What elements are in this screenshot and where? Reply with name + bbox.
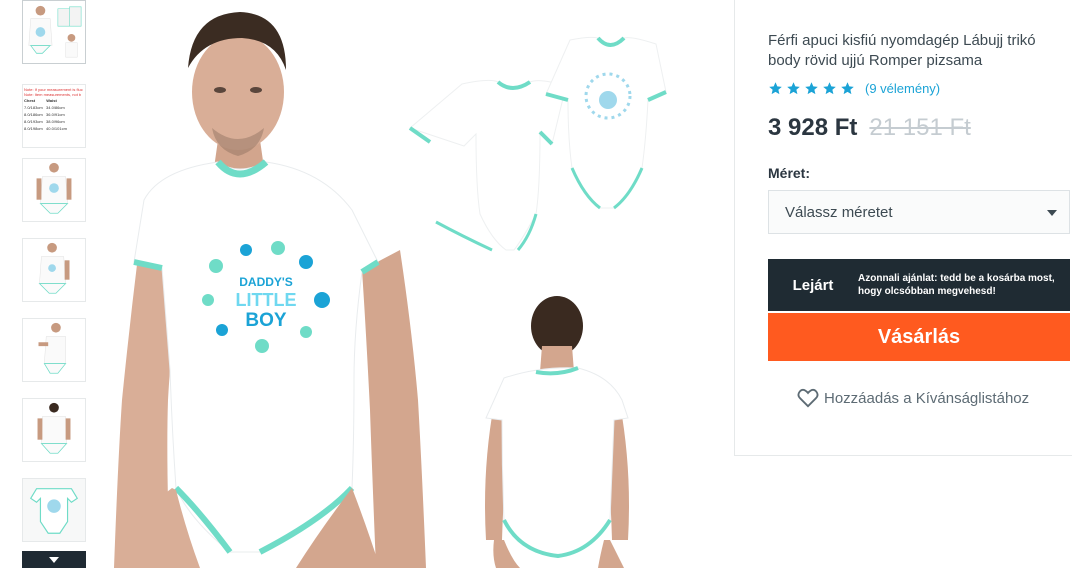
print-line-3: BOY	[245, 310, 287, 331]
thumbnail-image	[23, 319, 85, 381]
size-chart-note-2: Note: Item measurements, not b	[24, 92, 82, 97]
star-icon	[823, 82, 836, 95]
chevron-down-icon	[1047, 210, 1057, 216]
rating: (9 vélemény)	[768, 81, 940, 96]
print-line-2: LITTLE	[236, 290, 297, 310]
star-icon	[787, 82, 800, 95]
size-chart-row: 7.0/183cm 34.0/86cm	[24, 105, 65, 110]
size-chart-row: 8.0/193cm 38.0/96cm	[24, 119, 65, 124]
main-product-image[interactable]: DADDY'S LITTLE BOY	[100, 0, 730, 568]
star-icon	[805, 82, 818, 95]
product-photo: DADDY'S LITTLE BOY	[100, 0, 730, 568]
current-price: 3 928 Ft	[768, 114, 858, 141]
thumbnail-3[interactable]	[22, 158, 86, 222]
wishlist-label: Hozzáadás a Kívánságlistához	[824, 389, 1030, 407]
thumbnail-7[interactable]	[22, 478, 86, 542]
thumbnail-6[interactable]	[22, 398, 86, 462]
buy-button[interactable]: Vásárlás	[768, 313, 1070, 361]
size-label: Méret:	[768, 165, 811, 181]
thumbnail-image	[23, 239, 85, 301]
thumbnail-4[interactable]	[22, 238, 86, 302]
heart-icon	[797, 388, 819, 408]
size-chart-header: Chest Waist	[24, 98, 57, 103]
promo-expired-label: Lejárt	[792, 276, 834, 294]
thumbnail-5[interactable]	[22, 318, 86, 382]
promo-banner: Lejárt Azonnali ajánlat: tedd be a kosár…	[768, 259, 1070, 311]
thumbnail-list: Note: If your measurement is fluc Note: …	[22, 0, 86, 568]
product-details-panel: Férfi apuci kisfiú nyomdagép Lábujj trik…	[734, 0, 1072, 456]
size-chart-row: 8.0/186cm 36.0/91cm	[24, 112, 65, 117]
thumbnail-image	[23, 159, 85, 221]
reviews-link[interactable]: (9 vélemény)	[865, 81, 940, 96]
size-chart-row: 8.0/198cm 40.0/101cm	[24, 126, 67, 131]
thumbnail-image	[23, 399, 85, 461]
thumbnail-image	[23, 1, 85, 63]
chevron-down-icon	[49, 556, 59, 563]
print-line-1: DADDY'S	[239, 275, 293, 289]
promo-message: Azonnali ajánlat: tedd be a kosárba most…	[858, 273, 1055, 297]
star-icon	[769, 82, 782, 95]
thumbnail-scroll-down-button[interactable]	[22, 551, 86, 568]
thumbnail-1[interactable]	[22, 0, 86, 64]
size-select[interactable]: Válassz méretet	[768, 190, 1070, 234]
thumbnail-image	[23, 479, 85, 541]
thumbnail-size-chart[interactable]: Note: If your measurement is fluc Note: …	[22, 84, 86, 148]
price-row: 3 928 Ft 21 151 Ft	[768, 114, 971, 142]
original-price: 21 151 Ft	[869, 114, 971, 141]
size-select-value: Válassz méretet	[785, 203, 893, 221]
star-icon	[841, 82, 854, 95]
product-title: Férfi apuci kisfiú nyomdagép Lábujj trik…	[768, 32, 1036, 69]
add-to-wishlist-link[interactable]: Hozzáadás a Kívánságlistához	[797, 388, 1029, 408]
